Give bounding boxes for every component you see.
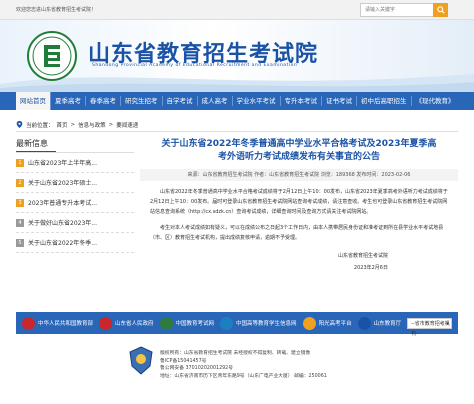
article-paragraph: 山东省2022年冬季普通高中学业水平合格考试成绩将于2月12日上午10：00发布… — [150, 189, 448, 215]
breadcrumb-separator: > — [108, 121, 114, 128]
footer-info: 版权所有：山东省教育招生考试院 未经授权不得复制、转载、建立镜像 鲁ICP备15… — [160, 350, 327, 380]
nav-item-self-study[interactable]: 自学考试 — [163, 96, 198, 106]
search-input[interactable] — [361, 4, 433, 16]
nav-item-modern-education[interactable]: 《现代教育》 — [412, 96, 459, 106]
national-emblem-icon — [99, 316, 113, 330]
sidebar-item[interactable]: 2 关于山东省2023年硕士... — [16, 173, 134, 193]
link-label: 阳光高考平台 — [318, 321, 352, 327]
breadcrumb-news[interactable]: 要闻速递 — [116, 121, 138, 129]
top-bar: 欢迎您志进山东省教育招生考试院！ — [0, 0, 474, 20]
police-emblem-icon[interactable] — [128, 346, 154, 376]
site-title-english: Shandong Provincial Academy of Education… — [92, 63, 298, 68]
link-neea[interactable]: 中国教育考试网 — [159, 316, 215, 330]
region-select-value: --省市教育招考机构-- — [411, 320, 450, 337]
welcome-text: 欢迎您志进山东省教育招生考试院！ — [16, 7, 97, 13]
link-label: 中国高等教育学生信息网 — [236, 321, 297, 327]
rank-badge: 2 — [16, 178, 24, 187]
article: 关于山东省2022年冬季普通高中学业水平合格考试及2023年夏季高 考外语听力考… — [140, 138, 458, 273]
article-title-line: 考外语听力考试成绩发布有关事宜的公告 — [217, 152, 380, 162]
link-label: 山东教育厅 — [373, 321, 402, 327]
sidebar-item[interactable]: 1 山东省2023年上半年高... — [16, 153, 134, 173]
region-select[interactable]: --省市教育招考机构-- ▾ — [407, 317, 452, 337]
search-box — [360, 3, 448, 17]
main-nav: 网站首页 夏季高考 春季高考 研究生招考 自学考试 成人高考 学业水平考试 专升… — [0, 92, 474, 110]
sidebar-latest: 最新信息 1 山东省2023年上半年高... 2 关于山东省2023年硕士...… — [16, 138, 134, 253]
breadcrumb-info-policy[interactable]: 信息与政策 — [78, 121, 106, 129]
rank-badge: 1 — [16, 158, 24, 167]
chsi-logo-icon — [220, 316, 234, 330]
location-icon — [16, 121, 23, 128]
breadcrumb-home[interactable]: 首页 — [57, 121, 68, 129]
site-header: 山东省教育招生考试院 Shandong Provincial Academy o… — [0, 20, 474, 92]
rank-badge: 4 — [16, 218, 24, 227]
nav-item-graduate[interactable]: 研究生招考 — [121, 96, 163, 106]
nav-item-proficiency[interactable]: 学业水平考试 — [233, 96, 281, 106]
link-label: 中华人民共和国教育部 — [38, 321, 94, 327]
link-label: 中国教育考试网 — [175, 321, 215, 327]
sidebar-item-label[interactable]: 关于山东省2022年冬季... — [28, 238, 97, 247]
nav-item-summer-exam[interactable]: 夏季高考 — [51, 96, 86, 106]
link-sd-education[interactable]: 山东教育厅 — [357, 316, 402, 330]
link-moe[interactable]: 中华人民共和国教育部 — [22, 316, 94, 330]
neea-logo-icon — [159, 316, 173, 330]
sidebar-item-label[interactable]: 2023年普通专升本考试... — [28, 198, 97, 207]
article-signature: 山东省教育招生考试院 — [337, 253, 388, 259]
footer-address: 地址：山东省济南市历下区青年东路9号（山东广电产业大厦） 邮编：250061 — [160, 373, 327, 379]
rank-badge: 5 — [16, 238, 24, 247]
article-title: 关于山东省2022年冬季普通高中学业水平合格考试及2023年夏季高 考外语听力考… — [140, 138, 458, 164]
footer-icp[interactable]: 鲁ICP备15041457号 — [160, 358, 327, 366]
nav-item-spring-exam[interactable]: 春季高考 — [86, 96, 121, 106]
nav-item-adult-exam[interactable]: 成人高考 — [198, 96, 233, 106]
link-label: 山东省人民政府 — [115, 321, 154, 327]
nav-item-certificate[interactable]: 证书考试 — [322, 96, 357, 106]
article-meta: 来源：山东省教育招生考试院 作者：山东省教育招生考试院 浏览：189368 发布… — [140, 169, 458, 181]
article-date: 2023年2月6日 — [353, 265, 388, 271]
link-shandong-gov[interactable]: 山东省人民政府 — [99, 316, 154, 330]
footer-police-record[interactable]: 鲁公网安备 37010202001292号 — [160, 365, 327, 373]
sidebar-item[interactable]: 5 关于山东省2022年冬季... — [16, 233, 134, 253]
sidebar-item[interactable]: 4 关于做好山东省2023年... — [16, 213, 134, 233]
national-emblem-icon — [22, 316, 35, 330]
link-chsi[interactable]: 中国高等教育学生信息网 — [220, 316, 297, 330]
search-icon — [436, 6, 445, 14]
breadcrumb-prefix: 当前位置： — [26, 122, 54, 129]
article-body: 山东省2022年冬季普通高中学业水平合格考试成绩将于2月12日上午10：00发布… — [140, 187, 458, 273]
sidebar-item-label[interactable]: 关于做好山东省2023年... — [28, 218, 97, 227]
sidebar-title: 最新信息 — [16, 138, 56, 153]
education-dept-logo-icon — [357, 316, 371, 330]
sidebar-item-label[interactable]: 关于山东省2023年硕士... — [28, 178, 97, 187]
nav-item-vocational[interactable]: 初中后高职招生 — [357, 96, 412, 106]
academy-logo — [27, 31, 77, 81]
search-button[interactable] — [433, 3, 448, 17]
site-footer: 版权所有：山东省教育招生考试院 未经授权不得复制、转载、建立镜像 鲁ICP备15… — [0, 338, 474, 404]
breadcrumb-separator: > — [70, 121, 76, 128]
article-title-line: 关于山东省2022年冬季普通高中学业水平合格考试及2023年夏季高 — [161, 139, 437, 149]
article-paragraph: 考生对本人考试成绩如有疑义，可以在成绩公布之日起3个工作日内，由本人携带居民身份… — [150, 225, 444, 241]
sidebar-item-label[interactable]: 山东省2023年上半年高... — [28, 158, 97, 167]
nav-item-upgrade[interactable]: 专升本考试 — [281, 96, 322, 106]
rank-badge: 3 — [16, 198, 24, 207]
link-gaokao[interactable]: 阳光高考平台 — [302, 316, 352, 330]
related-links-bar: 中华人民共和国教育部 山东省人民政府 中国教育考试网 中国高等教育学生信息网 阳… — [16, 312, 458, 337]
sun-logo-icon — [302, 316, 316, 330]
footer-copyright: 版权所有：山东省教育招生考试院 未经授权不得复制、转载、建立镜像 — [160, 351, 311, 356]
breadcrumb: 当前位置： 首页 > 信息与政策 > 要闻速递 — [16, 118, 458, 132]
sidebar-item[interactable]: 3 2023年普通专升本考试... — [16, 193, 134, 213]
nav-item-home[interactable]: 网站首页 — [16, 92, 51, 110]
chevron-down-icon: ▾ — [446, 320, 449, 327]
